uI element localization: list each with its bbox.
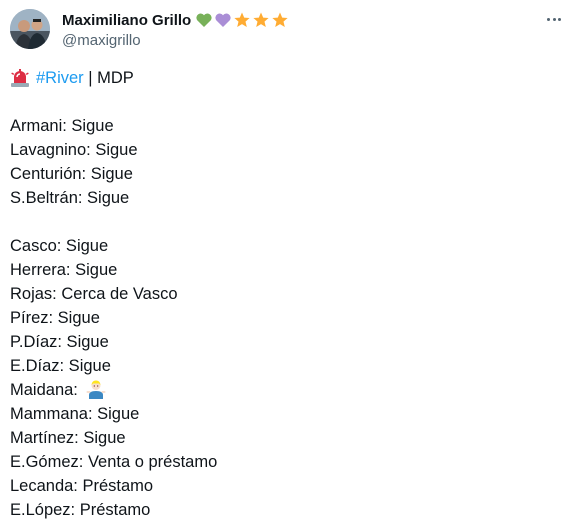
hashtag-link[interactable]: #River <box>36 66 84 90</box>
list-item: Pírez: Sigue <box>10 309 100 327</box>
list-item: Herrera: Sigue <box>10 261 118 279</box>
list-item: Lecanda: Préstamo <box>10 477 154 495</box>
star-icon <box>233 11 251 29</box>
list-item: Centurión: Sigue <box>10 165 133 183</box>
tweet-text: #River | MDP Armani: Sigue Lavagnino: Si… <box>10 66 564 522</box>
list-item: Lavagnino: Sigue <box>10 141 138 159</box>
more-options-button[interactable] <box>544 9 564 29</box>
handle[interactable]: @maxigrillo <box>62 32 289 50</box>
list-item: E.López: Préstamo <box>10 501 151 519</box>
person-shrugging-icon <box>86 379 106 399</box>
green-heart-icon <box>195 11 213 29</box>
list-item: Maidana: <box>10 378 564 402</box>
list-item: Armani: Sigue <box>10 117 114 135</box>
list-item: Rojas: Cerca de Vasco <box>10 285 178 303</box>
list-item: S.Beltrán: Sigue <box>10 189 130 207</box>
star-icon <box>271 11 289 29</box>
author-block: Maximiliano Grillo @maxigrillo <box>62 10 289 50</box>
more-icon <box>547 17 551 21</box>
headline: #River | MDP <box>10 66 564 90</box>
list-item: P.Díaz: Sigue <box>10 333 109 351</box>
purple-heart-icon <box>214 11 232 29</box>
headline-suffix: | MDP <box>83 69 134 87</box>
tweet: Maximiliano Grillo @maxigrillo #River | … <box>0 0 574 527</box>
list-item-text: Maidana: <box>10 381 83 399</box>
list-item: E.Díaz: Sigue <box>10 357 111 375</box>
tweet-header: Maximiliano Grillo @maxigrillo <box>10 9 564 51</box>
list-item: Mammana: Sigue <box>10 405 140 423</box>
list-item: Martínez: Sigue <box>10 429 126 447</box>
avatar[interactable] <box>10 9 50 49</box>
list-item: Casco: Sigue <box>10 237 109 255</box>
list-item: E.Gómez: Venta o préstamo <box>10 453 218 471</box>
police-light-icon <box>10 68 30 88</box>
star-icon <box>252 11 270 29</box>
display-name[interactable]: Maximiliano Grillo <box>62 12 191 29</box>
